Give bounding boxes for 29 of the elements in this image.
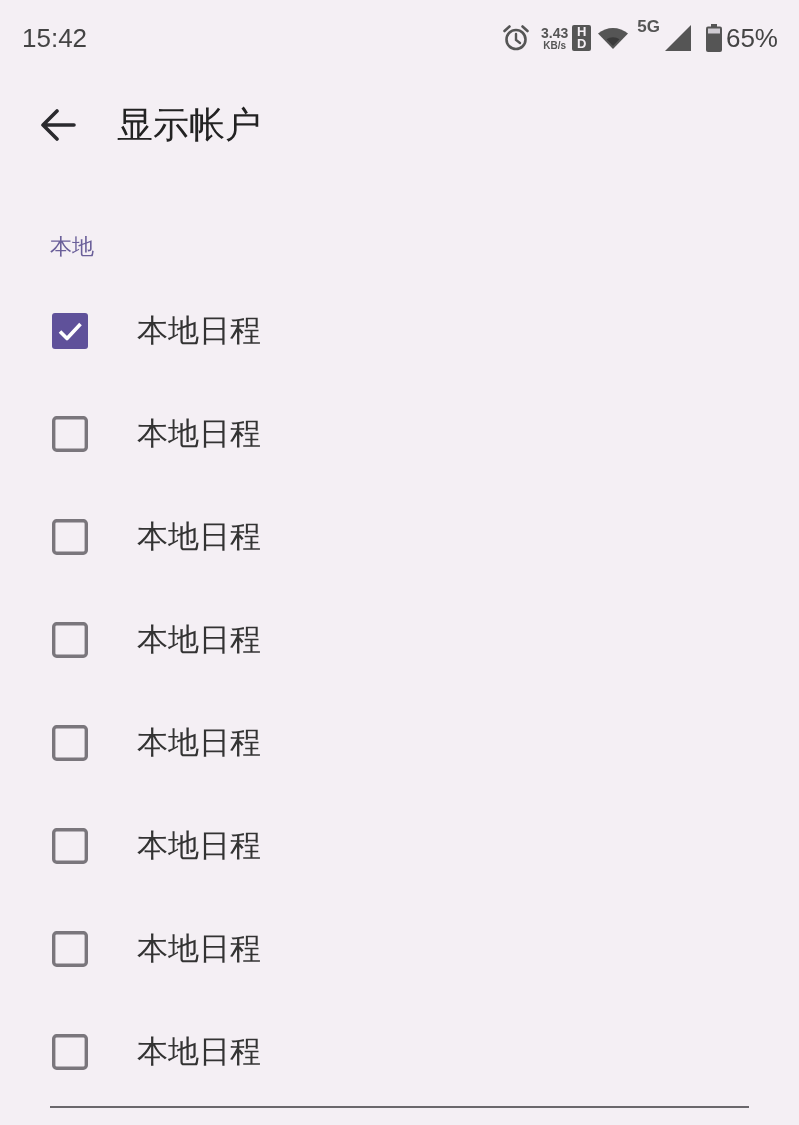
- back-icon[interactable]: [40, 109, 76, 141]
- option-label: 本地日程: [137, 825, 261, 865]
- alarm-clock-icon: [503, 25, 529, 51]
- signal-strength-icon: [664, 25, 691, 51]
- checkbox[interactable]: [52, 621, 88, 658]
- page-title: 显示帐户: [117, 102, 261, 147]
- section-header: 本地: [50, 234, 94, 260]
- checkbox[interactable]: [52, 415, 88, 452]
- checkbox[interactable]: [52, 930, 88, 967]
- checkbox[interactable]: [52, 518, 88, 555]
- hd-badge: HD: [572, 24, 592, 52]
- clock-time: 15:42: [22, 22, 88, 54]
- battery-percent: 65%: [725, 22, 778, 54]
- wifi-icon: [597, 26, 630, 50]
- option-label: 本地日程: [137, 310, 261, 350]
- option-label: 本地日程: [137, 413, 261, 453]
- checkbox[interactable]: [52, 1033, 88, 1070]
- checkbox[interactable]: [52, 724, 88, 761]
- option-label: 本地日程: [137, 619, 261, 659]
- checkbox[interactable]: [52, 827, 88, 864]
- option-label: 本地日程: [137, 928, 261, 968]
- checkbox[interactable]: [52, 312, 88, 349]
- option-label: 本地日程: [137, 722, 261, 762]
- speed-unit: KB/s: [543, 40, 567, 51]
- network-type: 5G: [637, 16, 660, 37]
- option-label: 本地日程: [137, 516, 261, 556]
- battery-icon: [705, 24, 722, 52]
- option-label: 本地日程: [137, 1031, 261, 1071]
- network-speed: 3.43: [541, 25, 569, 40]
